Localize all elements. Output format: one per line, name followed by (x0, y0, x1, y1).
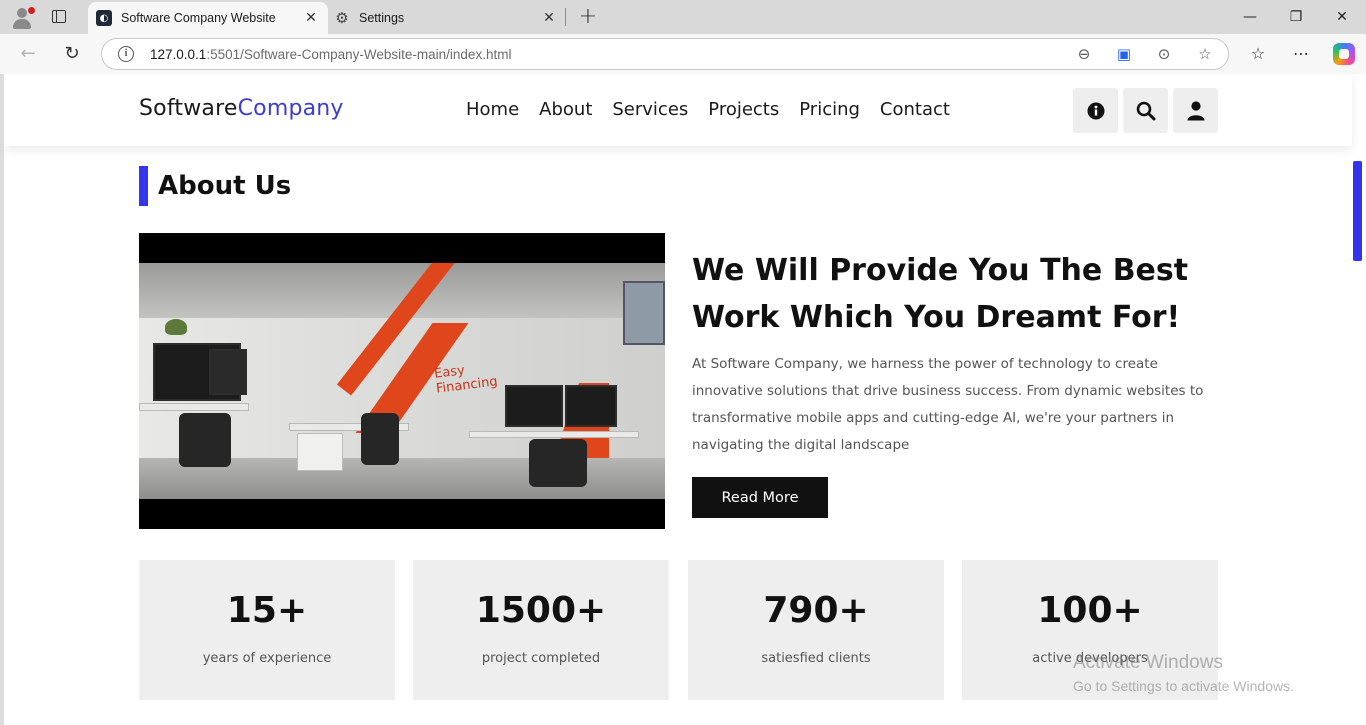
nav-services[interactable]: Services (612, 99, 688, 120)
info-button[interactable] (1073, 88, 1118, 133)
title-accent-bar (139, 166, 148, 206)
stat-label: satiesfied clients (761, 651, 871, 666)
stat-value: 790+ (763, 590, 869, 631)
user-button[interactable] (1173, 88, 1218, 133)
stat-card: 790+ satiesfied clients (688, 560, 944, 700)
close-tab-icon[interactable]: ✕ (538, 7, 560, 29)
copilot-icon[interactable] (1333, 43, 1355, 65)
zoom-icon[interactable]: ⊖ (1074, 44, 1094, 64)
site-logo[interactable]: SoftwareCompany (139, 96, 344, 121)
browser-toolbar: ← ↻ i 127.0.0.1:5501/Software-Company-We… (0, 34, 1366, 74)
stat-value: 15+ (226, 590, 308, 631)
logo-accent-text: Company (237, 96, 344, 121)
stat-value: 1500+ (475, 590, 607, 631)
page-scrollbar-thumb[interactable] (1353, 161, 1362, 261)
address-bar[interactable]: i 127.0.0.1:5501/Software-Company-Websit… (101, 38, 1229, 70)
url-path: :5501/Software-Company-Website-main/inde… (206, 47, 512, 62)
favorite-star-icon[interactable]: ☆ (1195, 44, 1215, 64)
stat-card: 15+ years of experience (139, 560, 395, 700)
close-tab-icon[interactable]: ✕ (300, 7, 322, 29)
url-text[interactable]: 127.0.0.1:5501/Software-Company-Website-… (150, 47, 511, 62)
tab-actions-icon[interactable] (50, 8, 68, 26)
stat-value: 100+ (1037, 590, 1143, 631)
settings-more-icon[interactable]: ⋯ (1290, 43, 1312, 65)
tab-title: Settings (359, 11, 405, 25)
nav-home[interactable]: Home (466, 99, 519, 120)
stat-label: active developers (1032, 651, 1148, 666)
about-paragraph: At Software Company, we harness the powe… (692, 356, 1204, 453)
logo-main-text: Software (139, 96, 238, 121)
read-more-button[interactable]: Read More (692, 477, 828, 518)
tab-separator (565, 8, 566, 26)
section-title-text: About Us (158, 171, 292, 201)
main-nav: Home About Services Projects Pricing Con… (466, 99, 950, 120)
info-icon (1087, 102, 1104, 119)
stat-label: years of experience (202, 651, 332, 666)
stat-label: project completed (481, 651, 601, 666)
tab-settings[interactable]: ⚙ Settings ✕ (328, 2, 566, 34)
page-viewport: SoftwareCompany Home About Services Proj… (4, 74, 1366, 725)
site-info-icon[interactable]: i (118, 46, 134, 62)
nav-pricing[interactable]: Pricing (799, 99, 860, 120)
browser-tab-bar: ◐ Software Company Website ✕ ⚙ Settings … (0, 0, 1366, 34)
site-header: SoftwareCompany Home About Services Proj… (4, 74, 1352, 146)
more-tools-icon[interactable]: ⊙ (1154, 44, 1174, 64)
office-photo: Easy Financing (139, 263, 665, 499)
reload-icon[interactable]: ↻ (60, 42, 84, 66)
tab-software-company[interactable]: ◐ Software Company Website ✕ (88, 2, 328, 34)
restore-icon[interactable]: ❐ (1273, 0, 1319, 34)
site-favicon-icon: ◐ (96, 10, 112, 26)
search-button[interactable] (1123, 88, 1168, 133)
about-video[interactable]: Easy Financing (139, 233, 665, 529)
close-window-icon[interactable]: ✕ (1319, 0, 1365, 34)
stat-card: 1500+ project completed (413, 560, 669, 700)
nav-about[interactable]: About (539, 99, 592, 120)
nav-contact[interactable]: Contact (880, 99, 950, 120)
minimize-icon[interactable]: — (1227, 0, 1273, 34)
immersive-reader-icon[interactable]: ▣ (1114, 44, 1134, 64)
about-heading: We Will Provide You The Best Work Which … (692, 253, 1189, 335)
back-arrow-icon[interactable]: ← (16, 42, 40, 66)
new-tab-icon[interactable]: + (577, 4, 599, 30)
favorites-list-icon[interactable]: ☆ (1247, 43, 1269, 65)
user-icon (1187, 100, 1204, 120)
stat-card: 100+ active developers (962, 560, 1218, 700)
url-host: 127.0.0.1 (150, 47, 207, 62)
nav-projects[interactable]: Projects (708, 99, 779, 120)
about-section-title: About Us (139, 166, 291, 206)
gear-icon: ⚙ (335, 9, 349, 27)
profile-avatar-icon[interactable] (10, 6, 35, 30)
tab-title: Software Company Website (121, 11, 276, 25)
search-icon (1136, 101, 1155, 120)
